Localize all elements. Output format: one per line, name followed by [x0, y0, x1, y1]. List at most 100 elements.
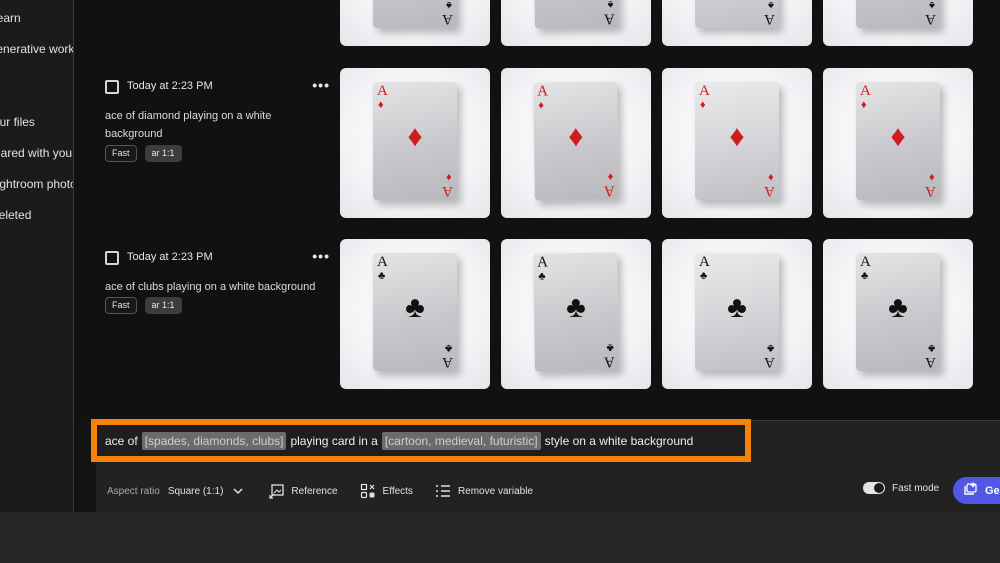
playing-card: A♠♠♠A: [695, 0, 779, 28]
playing-card: A ♣ ♣ ♣ A: [856, 253, 940, 371]
generate-button[interactable]: Ge: [953, 477, 1000, 504]
card-suit-bottom-icon: ♠: [446, 0, 452, 11]
card-suit-bottom-icon: ♣: [444, 342, 452, 354]
generated-image-thumbnail[interactable]: A ♦ ♦ ♦ A: [823, 68, 973, 218]
prompt-variable-suits[interactable]: [spades, diamonds, clubs]: [141, 431, 287, 450]
card-suit-center-icon: ♣: [565, 290, 587, 325]
card-suit-bottom-icon: ♠: [768, 0, 774, 11]
card-rank-top: A: [536, 254, 549, 271]
sidebar-item-deleted[interactable]: Deleted: [0, 208, 41, 222]
tag-fast[interactable]: Fast: [105, 145, 137, 162]
sidebar-item-label: Generative works: [0, 42, 74, 56]
generation-feed: A♠♠♠AA♠♠♠AA♠♠♠AA♠♠♠A Today at 2:23 PM ••…: [75, 0, 1000, 420]
generation-group-club: Today at 2:23 PM ••• ace of clubs playin…: [105, 248, 330, 348]
card-rank-bottom: A: [603, 10, 616, 27]
generated-image-thumbnail[interactable]: A ♣ ♣ ♣ A: [340, 239, 490, 389]
card-rank-bottom: A: [764, 183, 775, 199]
select-checkbox[interactable]: [105, 80, 119, 94]
prompt-text: playing card in a: [290, 433, 378, 448]
card-rank-bottom: A: [764, 11, 775, 27]
playing-card: A♠♠♠A: [856, 0, 940, 28]
card-suit-center-icon: ♦: [890, 120, 906, 153]
card-suit-top-icon: ♣: [861, 270, 869, 282]
generated-image-thumbnail[interactable]: A ♣ ♣ ♣ A: [662, 239, 812, 389]
tag-fast[interactable]: Fast: [105, 297, 137, 314]
generated-image-thumbnail[interactable]: A ♦ ♦ ♦ A: [340, 68, 490, 218]
generated-image-thumbnail[interactable]: A ♣ ♣ ♣ A: [501, 239, 651, 389]
sidebar-item-label: Learn: [0, 11, 21, 25]
card-rank-top: A: [377, 254, 388, 270]
more-options-button[interactable]: •••: [312, 77, 330, 93]
chevron-down-icon: [229, 483, 246, 500]
aspect-ratio-value: Square (1:1): [167, 485, 224, 497]
select-checkbox[interactable]: [105, 251, 119, 265]
card-suit-top-icon: ♦: [861, 99, 867, 111]
sidebar-item-learn[interactable]: Learn: [0, 11, 31, 25]
playing-card: A ♦ ♦ ♦ A: [532, 81, 620, 201]
generated-image-thumbnail[interactable]: A♠♠♠A: [823, 0, 973, 46]
bottom-bar: [0, 512, 1000, 563]
sidebar-item-shared-with-you[interactable]: Shared with you: [0, 146, 73, 160]
playing-card: A ♣ ♣ ♣ A: [373, 253, 457, 371]
card-suit-bottom-icon: ♣: [766, 342, 774, 354]
card-suit-top-icon: ♣: [538, 270, 546, 283]
fast-mode-label: Fast mode: [892, 482, 940, 494]
list-icon: [435, 483, 452, 500]
remove-variable-button[interactable]: Remove variable: [435, 483, 533, 500]
aspect-ratio-dropdown[interactable]: Square (1:1): [168, 483, 247, 500]
tag-aspect-ratio[interactable]: ar 1:1: [144, 297, 182, 314]
card-suit-top-icon: ♣: [378, 270, 386, 282]
generated-image-thumbnail[interactable]: A♠♠♠A: [501, 0, 651, 46]
card-suit-center-icon: ♣: [888, 291, 908, 324]
card-suit-bottom-icon: ♦: [446, 171, 452, 183]
playing-card: A♠♠♠A: [373, 0, 457, 28]
playing-card: A ♦ ♦ ♦ A: [695, 82, 779, 200]
prompt-variable-styles[interactable]: [cartoon, medieval, futuristic]: [381, 431, 541, 450]
card-suit-top-icon: ♣: [700, 270, 708, 282]
card-rank-top: A: [860, 254, 871, 270]
card-suit-bottom-icon: ♦: [929, 171, 935, 183]
generate-label: Ge: [985, 484, 1000, 497]
card-rank-top: A: [699, 83, 710, 99]
effects-icon: [360, 483, 377, 500]
card-rank-bottom: A: [764, 354, 775, 370]
card-rank-top: A: [860, 83, 871, 99]
generation-group-diamond: Today at 2:23 PM ••• ace of diamond play…: [105, 77, 330, 177]
card-suit-top-icon: ♦: [538, 99, 545, 112]
prompt-text: ace of: [105, 433, 138, 448]
sidebar-item-label: Lightroom photos: [0, 177, 73, 191]
card-suit-bottom-icon: ♠: [607, 0, 614, 11]
effects-button[interactable]: Effects: [360, 483, 413, 500]
prompt-input[interactable]: ace of [spades, diamonds, clubs] playing…: [91, 419, 751, 462]
sidebar-item-lightroom-photos[interactable]: Lightroom photos: [0, 177, 73, 191]
card-rank-bottom: A: [603, 182, 616, 199]
playing-card: A ♦ ♦ ♦ A: [373, 82, 457, 200]
generated-image-thumbnail[interactable]: A ♣ ♣ ♣ A: [823, 239, 973, 389]
effects-label: Effects: [382, 485, 413, 497]
card-suit-bottom-icon: ♣: [927, 342, 935, 354]
generated-image-thumbnail[interactable]: A♠♠♠A: [340, 0, 490, 46]
card-suit-bottom-icon: ♠: [929, 0, 935, 11]
generated-image-thumbnail[interactable]: A♠♠♠A: [662, 0, 812, 46]
playing-card: A ♦ ♦ ♦ A: [856, 82, 940, 200]
card-suit-center-icon: ♦: [407, 120, 423, 153]
fast-mode-toggle[interactable]: [863, 482, 885, 494]
card-rank-bottom: A: [442, 183, 453, 199]
sidebar-item-generative-works[interactable]: Generative works: [0, 42, 74, 56]
card-suit-bottom-icon: ♣: [606, 341, 614, 354]
card-suit-center-icon: ♣: [727, 291, 747, 324]
tag-aspect-ratio[interactable]: ar 1:1: [144, 145, 182, 162]
card-rank-bottom: A: [925, 11, 936, 27]
generated-image-thumbnail[interactable]: A ♦ ♦ ♦ A: [662, 68, 812, 218]
card-rank-top: A: [536, 83, 549, 100]
sidebar-item-your-files[interactable]: Your files: [0, 115, 49, 129]
generation-prompt: ace of diamond playing on a white backgr…: [105, 110, 272, 140]
reference-label: Reference: [291, 485, 338, 497]
playing-card: A ♣ ♣ ♣ A: [695, 253, 779, 371]
more-options-button[interactable]: •••: [312, 248, 330, 264]
reference-button[interactable]: Reference: [268, 483, 338, 500]
generation-prompt: ace of clubs playing on a white backgrou…: [105, 281, 316, 293]
generated-image-thumbnail[interactable]: A ♦ ♦ ♦ A: [501, 68, 651, 218]
playing-card: A♠♠♠A: [532, 0, 620, 29]
card-rank-bottom: A: [442, 11, 453, 27]
